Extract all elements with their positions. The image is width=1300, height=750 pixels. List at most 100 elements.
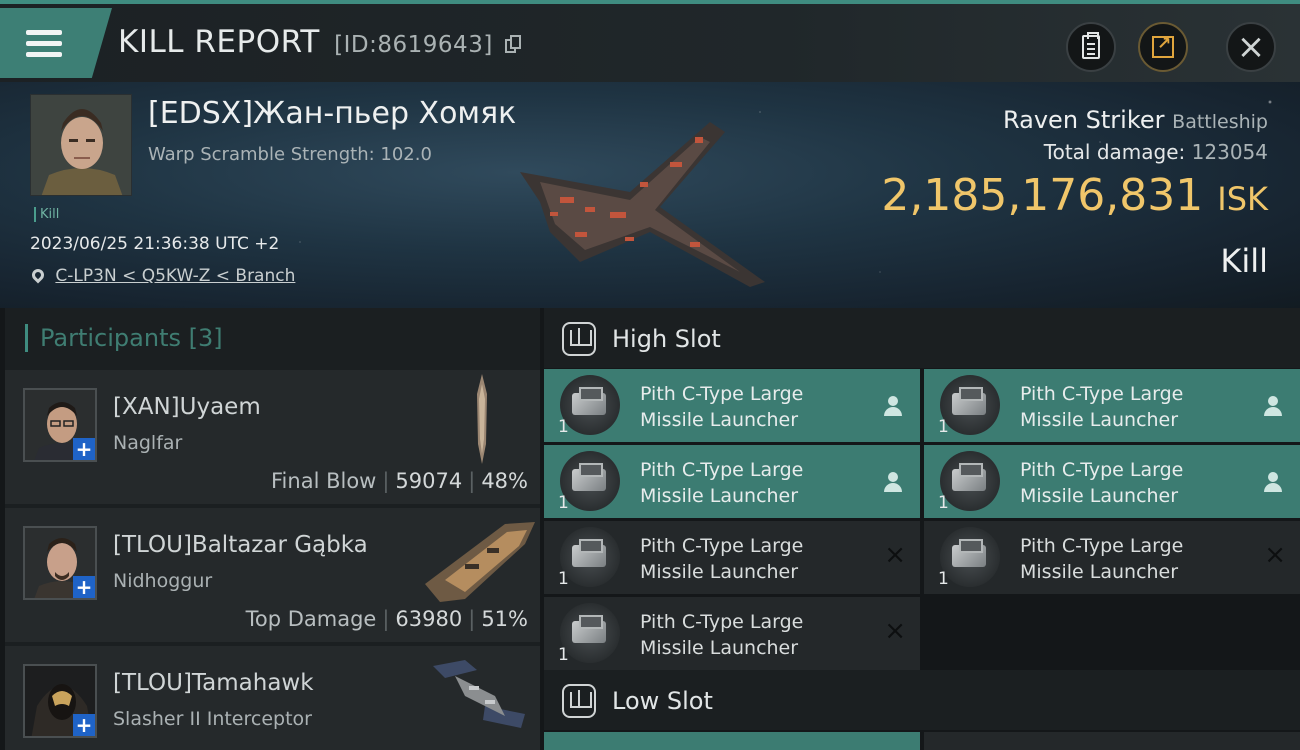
module-item[interactable]: 1 Pith C-Type Large Missile Launcher — [544, 369, 920, 442]
divider: | — [468, 607, 476, 631]
ship-name: Raven Striker — [1003, 106, 1165, 134]
module-item[interactable]: 1 Pith C-Type Large Missile Launcher — [924, 369, 1300, 442]
missile-launcher-icon — [560, 451, 620, 511]
location-row[interactable]: C-LP3N < Q5KW-Z < Branch — [29, 266, 295, 286]
module-quantity: 1 — [938, 417, 949, 437]
kill-tag: Kill — [34, 207, 59, 222]
total-damage: Total damage: 123054 — [1044, 140, 1268, 164]
participant-row[interactable]: + [XAN]Uyaem Naglfar Final Blow | 59074 | 48… — [5, 368, 540, 504]
module-name-line1: Pith C-Type Large — [640, 459, 804, 481]
stat-damage: 59074 — [395, 469, 463, 493]
module-name-line1: Pith C-Type Large — [1020, 383, 1184, 405]
module-item[interactable] — [924, 732, 1300, 750]
scramble-value: 102.0 — [380, 144, 432, 165]
module-name: Pith C-Type Large Missile Launcher — [640, 609, 803, 661]
stat-label: Final Blow — [271, 469, 377, 493]
missile-launcher-icon — [560, 375, 620, 435]
victim-avatar[interactable] — [30, 94, 132, 196]
divider: | — [382, 607, 390, 631]
module-name: Pith C-Type Large Missile Launcher — [640, 457, 803, 509]
kill-timestamp: 2023/06/25 21:36:38 UTC +2 — [30, 234, 280, 254]
module-item[interactable]: 1 Pith C-Type Large Missile Launcher — [924, 445, 1300, 518]
stat-percent: 51% — [481, 607, 528, 631]
module-name-line2: Missile Launcher — [1020, 561, 1179, 583]
fitting-panel: High Slot 1 Pith C-Type Large Missile La… — [544, 308, 1300, 750]
participant-name[interactable]: [XAN]Uyaem — [113, 394, 261, 420]
missile-launcher-icon — [940, 375, 1000, 435]
participant-stats: Top Damage | 63980 | 51% — [246, 607, 528, 631]
missile-launcher-icon — [560, 527, 620, 587]
menu-button[interactable] — [0, 8, 112, 78]
module-name-line1: Pith C-Type Large — [640, 383, 804, 405]
participant-ship: Slasher II Interceptor — [113, 708, 312, 730]
victim-name[interactable]: [EDSX]Жан-пьер Хомяк — [148, 96, 516, 131]
participant-avatar[interactable]: + — [23, 526, 97, 600]
participant-name[interactable]: [TLOU]Tamahawk — [113, 670, 314, 696]
participant-avatar[interactable]: + — [23, 664, 97, 738]
module-item[interactable]: 1 Pith C-Type Large Missile Launcher — [544, 445, 920, 518]
module-item[interactable] — [544, 732, 920, 750]
high-slot-label: High Slot — [612, 325, 721, 353]
add-contact-icon[interactable]: + — [73, 714, 95, 736]
participant-stats: Final Blow | 59074 | 48% — [271, 469, 528, 493]
damage-value: 123054 — [1191, 140, 1268, 164]
module-name: Pith C-Type Large Missile Launcher — [1020, 533, 1183, 585]
module-name-line1: Pith C-Type Large — [1020, 459, 1184, 481]
victim-ship-image — [520, 122, 765, 287]
victim-summary: [EDSX]Жан-пьер Хомяк Warp Scramble Stren… — [0, 82, 1300, 308]
participant-avatar[interactable]: + — [23, 388, 97, 462]
share-button[interactable] — [1138, 22, 1188, 72]
participant-row[interactable]: + [TLOU]Tamahawk Slasher II Interceptor — [5, 644, 540, 750]
module-item[interactable]: 1 Pith C-Type Large Missile Launcher × — [544, 521, 920, 594]
pilot-icon — [1264, 472, 1282, 492]
victim-ship[interactable]: Raven Striker Battleship — [1003, 106, 1268, 134]
participant-row[interactable]: + [TLOU]Baltazar Gąbka Nidhoggur Top Dam… — [5, 506, 540, 642]
module-item[interactable]: 1 Pith C-Type Large Missile Launcher × — [924, 521, 1300, 594]
destroyed-x-icon: × — [884, 540, 906, 570]
module-name-line2: Missile Launcher — [640, 485, 799, 507]
close-icon: × — [1236, 27, 1266, 67]
module-name-line2: Missile Launcher — [640, 561, 799, 583]
add-contact-icon[interactable]: + — [73, 438, 95, 460]
missile-launcher-icon — [560, 603, 620, 663]
report-button[interactable] — [1066, 22, 1116, 72]
module-quantity: 1 — [558, 417, 569, 437]
pilot-icon — [884, 472, 902, 492]
kill-id: [ID:8619643] — [334, 32, 493, 58]
module-name: Pith C-Type Large Missile Launcher — [1020, 381, 1183, 433]
scramble-label: Warp Scramble Strength: — [148, 144, 375, 165]
kill-result: Kill — [1220, 242, 1268, 280]
participant-ship: Nidhoggur — [113, 570, 213, 592]
divider: | — [382, 469, 390, 493]
module-name: Pith C-Type Large Missile Launcher — [1020, 457, 1183, 509]
participant-name[interactable]: [TLOU]Baltazar Gąbka — [113, 532, 368, 558]
destroyed-x-icon: × — [884, 616, 906, 646]
module-quantity: 1 — [558, 645, 569, 665]
high-slot-header: High Slot — [544, 308, 1300, 368]
header-bar: KILL REPORT [ID:8619643] × — [0, 0, 1300, 82]
missile-launcher-icon — [940, 527, 1000, 587]
module-name: Pith C-Type Large Missile Launcher — [640, 533, 803, 585]
copy-icon[interactable] — [505, 35, 522, 53]
participants-header: Participants [3] — [5, 308, 540, 368]
share-icon — [1152, 34, 1174, 58]
close-button[interactable]: × — [1226, 22, 1276, 72]
module-name: Pith C-Type Large Missile Launcher — [640, 381, 803, 433]
module-quantity: 1 — [558, 493, 569, 513]
module-name-line2: Missile Launcher — [1020, 485, 1179, 507]
module-item[interactable]: 1 Pith C-Type Large Missile Launcher × — [544, 597, 920, 670]
add-contact-icon[interactable]: + — [73, 576, 95, 598]
isk-value: 2,185,176,831 ISK — [881, 170, 1268, 221]
module-name-line2: Missile Launcher — [1020, 409, 1179, 431]
pilot-icon — [884, 396, 902, 416]
participant-ship-image — [433, 660, 525, 728]
module-name-line2: Missile Launcher — [640, 409, 799, 431]
stat-label: Top Damage — [245, 607, 377, 631]
missile-launcher-icon — [940, 451, 1000, 511]
low-slot-header: Low Slot — [544, 670, 1300, 730]
divider: | — [468, 469, 476, 493]
location-link[interactable]: C-LP3N < Q5KW-Z < Branch — [55, 266, 295, 286]
module-name-line1: Pith C-Type Large — [1020, 535, 1184, 557]
clipboard-icon — [1082, 32, 1100, 59]
hamburger-menu-icon[interactable] — [26, 30, 62, 58]
